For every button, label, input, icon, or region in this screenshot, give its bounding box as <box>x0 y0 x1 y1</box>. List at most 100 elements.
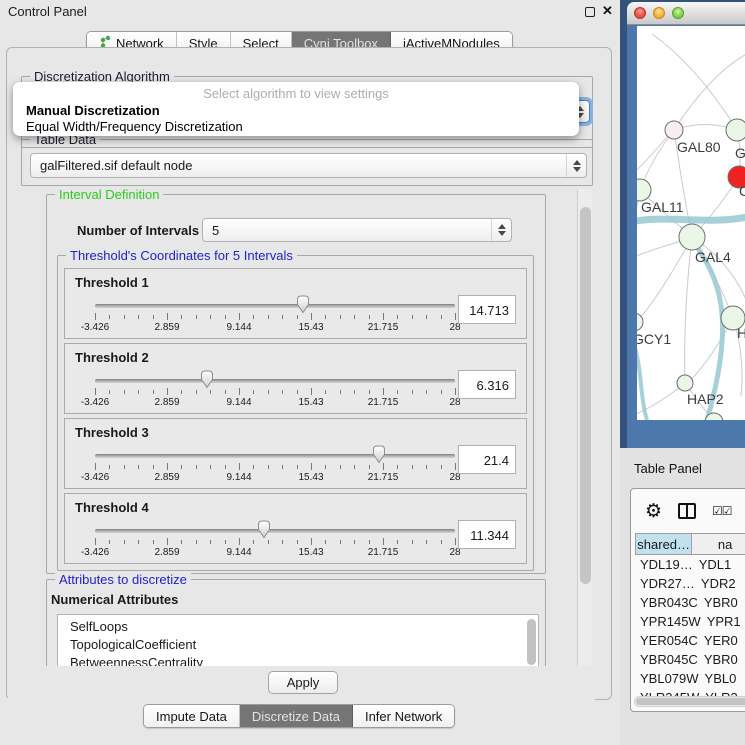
tick-mark <box>311 538 312 545</box>
slider-track[interactable] <box>95 529 455 533</box>
tick-mark <box>225 390 226 394</box>
minimize-traffic-light-icon[interactable] <box>653 7 665 19</box>
bottom-tab-bar: Impute DataDiscretize Data Infer Network <box>143 704 455 728</box>
table-panel: Table Panel ⚙ ☑☑ shared…na YDL19…YDL1YDR… <box>620 448 745 745</box>
tick-mark <box>253 315 254 319</box>
threshold-value-field[interactable]: 6.316 <box>458 370 516 399</box>
tick-mark <box>441 390 442 394</box>
popup-item-equal-width-frequency-discretization[interactable]: Equal Width/Frequency Discretization <box>13 119 579 135</box>
tab-label: Infer Network <box>365 709 442 724</box>
attribute-item[interactable]: TopologicalCoefficient <box>58 636 538 654</box>
table-row[interactable]: YER054CYER0 <box>635 631 745 650</box>
split-columns-icon[interactable] <box>678 503 696 519</box>
num-intervals-combo[interactable]: 5 <box>202 218 512 242</box>
tick-mark <box>167 538 168 545</box>
tick-mark <box>167 463 168 470</box>
tab-impute-data[interactable]: Impute Data <box>144 705 240 727</box>
node-label: GA <box>735 145 745 161</box>
network-view-window[interactable]: GAL80GACGAL11GAL4GCY1HHAP2 <box>627 2 745 448</box>
network-node[interactable] <box>665 121 683 139</box>
table-row[interactable]: YBR045CYBR0 <box>635 650 745 669</box>
network-node[interactable] <box>679 224 705 250</box>
numerical-attributes-label: Numerical Attributes <box>51 592 178 607</box>
popup-hint: Select algorithm to view settings <box>13 86 579 103</box>
tick-mark <box>397 540 398 544</box>
table-row[interactable]: YDR27…YDR2 <box>635 574 745 593</box>
combo-spinner[interactable] <box>491 219 511 241</box>
table-row[interactable]: YBL079WYBL0 <box>635 669 745 688</box>
tick-mark <box>426 315 427 319</box>
tick-label: 15.43 <box>298 472 323 483</box>
slider-ticks <box>95 463 455 471</box>
threshold-value-field[interactable]: 21.4 <box>458 445 516 474</box>
network-canvas[interactable]: GAL80GACGAL11GAL4GCY1HHAP2 <box>637 26 745 420</box>
tick-label: 15.43 <box>298 397 323 408</box>
slider-track[interactable] <box>95 304 455 308</box>
tick-mark <box>239 388 240 395</box>
tick-mark <box>325 390 326 394</box>
slider-thumb[interactable] <box>296 295 310 314</box>
tab-discretize-data[interactable]: Discretize Data <box>240 705 353 727</box>
slider-thumb[interactable] <box>257 520 271 539</box>
network-node[interactable] <box>726 119 745 141</box>
table-row[interactable]: YPR145WYPR1 <box>635 612 745 631</box>
threshold-box: Threshold 2-3.4262.8599.14415.4321.71528… <box>64 343 527 414</box>
tick-label: 9.144 <box>226 547 251 558</box>
node-label: GCY1 <box>637 331 671 347</box>
apply-row: Apply <box>8 666 595 700</box>
table-toolbar: ⚙ ☑☑ <box>631 489 745 533</box>
slider-track[interactable] <box>95 454 455 458</box>
tick-mark <box>109 540 110 544</box>
zoom-traffic-light-icon[interactable] <box>672 7 684 19</box>
tick-label: 9.144 <box>226 472 251 483</box>
scrollbar-thumb[interactable] <box>580 207 591 584</box>
tick-mark <box>196 390 197 394</box>
table-row[interactable]: YBR043CYBR0 <box>635 593 745 612</box>
checkbox-icon[interactable]: ☑☑ <box>712 504 732 518</box>
numerical-attributes-list[interactable]: SelfLoopsTopologicalCoefficientBetweenne… <box>57 614 539 667</box>
table-row[interactable]: YDL19…YDL1 <box>635 555 745 574</box>
slider-track[interactable] <box>95 379 455 383</box>
threshold-box: Threshold 3-3.4262.8599.14415.4321.71528… <box>64 418 527 489</box>
tick-mark <box>426 465 427 469</box>
tick-mark <box>311 388 312 395</box>
network-node[interactable] <box>637 179 651 201</box>
tick-mark <box>441 315 442 319</box>
apply-button[interactable]: Apply <box>268 671 338 694</box>
tick-mark <box>210 390 211 394</box>
attributes-scrollbar[interactable] <box>527 619 536 665</box>
slider-thumb[interactable] <box>200 370 214 389</box>
tick-mark <box>325 315 326 319</box>
right-zone: GAL80GACGAL11GAL4GCY1HHAP2 Table Panel ⚙… <box>620 0 745 745</box>
tab-infer-network[interactable]: Infer Network <box>353 705 454 727</box>
tick-label: 15.43 <box>298 547 323 558</box>
network-window-titlebar[interactable] <box>627 2 745 25</box>
tick-mark <box>354 540 355 544</box>
tick-mark <box>196 465 197 469</box>
tick-mark <box>124 390 125 394</box>
table-column-header[interactable]: na <box>692 534 745 555</box>
slider-thumb[interactable] <box>372 445 386 464</box>
table-column-header[interactable]: shared… <box>636 534 692 555</box>
attribute-item[interactable]: SelfLoops <box>58 618 538 636</box>
tick-label: -3.426 <box>81 547 109 558</box>
table-horizontal-scrollbar[interactable] <box>634 696 745 707</box>
tick-label: -3.426 <box>81 472 109 483</box>
popup-item-manual-discretization[interactable]: Manual Discretization <box>13 103 579 119</box>
tick-mark <box>181 540 182 544</box>
panel-scrollbar[interactable] <box>577 189 592 669</box>
threshold-value-field[interactable]: 14.713 <box>458 295 516 324</box>
combo-spinner[interactable] <box>566 154 586 177</box>
threshold-label: Threshold 2 <box>75 350 149 365</box>
threshold-value-field[interactable]: 11.344 <box>458 520 516 549</box>
float-window-icon[interactable] <box>585 7 595 17</box>
tick-mark <box>455 538 456 545</box>
close-icon[interactable]: ✕ <box>602 3 613 19</box>
close-traffic-light-icon[interactable] <box>634 7 646 19</box>
tick-mark <box>181 315 182 319</box>
table-hscrollbar-thumb[interactable] <box>636 698 745 705</box>
gear-icon[interactable]: ⚙ <box>645 500 662 522</box>
table-data-combo[interactable]: galFiltered.sif default node <box>30 153 587 178</box>
network-node[interactable] <box>677 375 693 391</box>
node-label: GAL4 <box>695 249 731 265</box>
